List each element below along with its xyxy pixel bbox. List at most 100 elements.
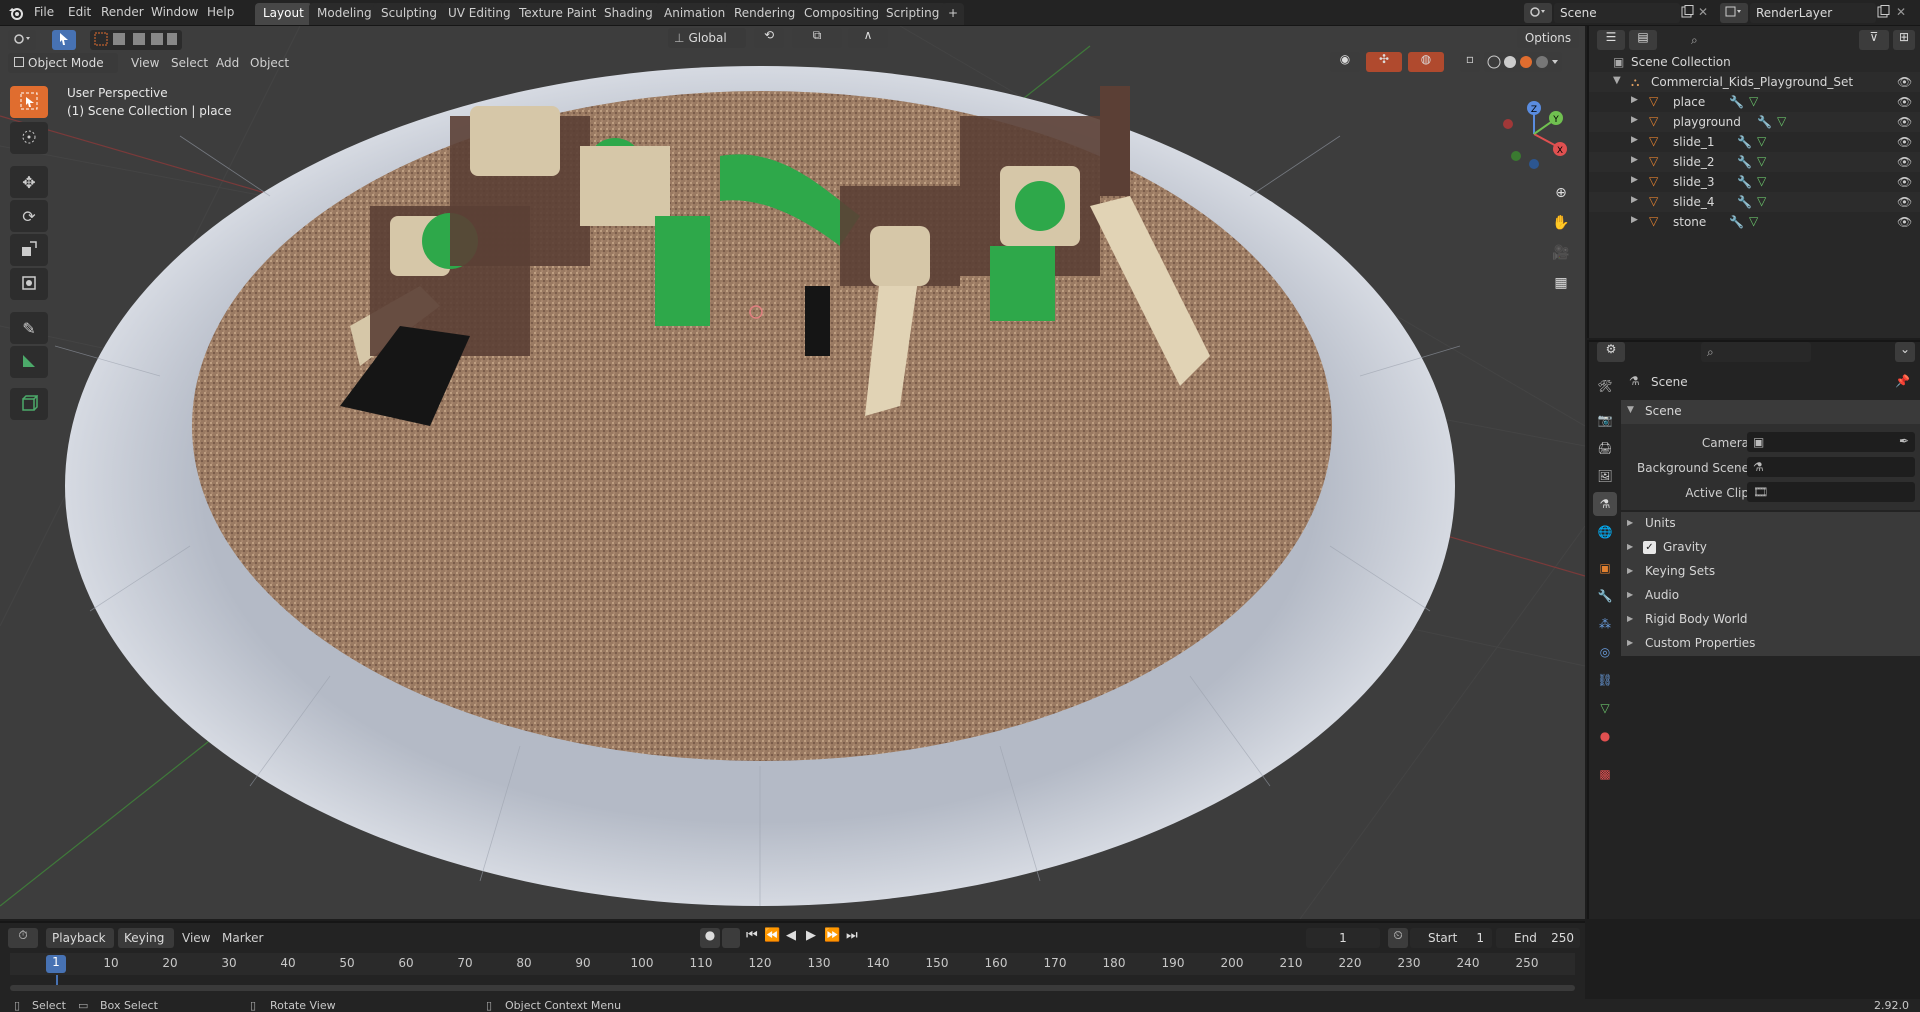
new-collection-icon[interactable]: ⊞ — [1893, 30, 1915, 50]
outliner-object-row[interactable]: ▶ ▽ slide_1 🔧 ▽ 👁 — [1589, 132, 1920, 152]
menu-render[interactable]: Render — [101, 5, 144, 19]
render-layer-field[interactable]: RenderLayer — [1750, 3, 1876, 23]
overlay-toggle-icon[interactable]: ◍ — [1408, 52, 1444, 72]
menu-edit[interactable]: Edit — [68, 5, 91, 19]
eyedropper-icon[interactable]: ✒ — [1899, 434, 1909, 448]
outliner-object-row[interactable]: ▶ ▽ playground 🔧 ▽ 👁 — [1589, 112, 1920, 132]
outliner-object-row[interactable]: ▶ ▽ stone 🔧 ▽ 👁 — [1589, 212, 1920, 232]
modifier-tab-icon[interactable]: 🔧 — [1593, 584, 1617, 608]
transform-orientation-select[interactable]: ⊥ Global — [668, 28, 746, 48]
current-frame-field[interactable]: 1 — [1306, 928, 1380, 948]
keying-menu[interactable]: Keying — [118, 928, 174, 948]
playhead-indicator[interactable]: 1 — [46, 955, 66, 973]
mesh-data-icon[interactable]: ▽ — [1757, 134, 1766, 148]
select-box-tool-icon[interactable] — [52, 30, 76, 50]
mode-select[interactable]: Object Mode — [8, 53, 118, 73]
custom-properties-panel-header[interactable]: ▶ Custom Properties — [1621, 632, 1920, 656]
shading-modes[interactable] — [1484, 52, 1562, 72]
gravity-checkbox[interactable]: ✓ — [1643, 541, 1656, 554]
modifier-wrench-icon[interactable]: 🔧 — [1737, 195, 1752, 209]
new-scene-icon[interactable] — [1680, 5, 1694, 19]
timeline-editor-type-icon[interactable]: ⏱ — [8, 928, 38, 948]
tab-scripting[interactable]: Scripting — [878, 3, 948, 25]
camera-view-icon[interactable]: 🎥 — [1548, 240, 1574, 266]
collection-visibility-eye-icon[interactable]: 👁 — [1897, 75, 1912, 89]
mesh-data-icon[interactable]: ▽ — [1757, 174, 1766, 188]
audio-panel-header[interactable]: ▶ Audio — [1621, 584, 1920, 608]
measure-tool[interactable] — [10, 346, 48, 378]
menu-help[interactable]: Help — [207, 5, 234, 19]
modifier-wrench-icon[interactable]: 🔧 — [1729, 95, 1744, 109]
expand-chevron-icon[interactable]: ▶ — [1631, 135, 1638, 145]
mesh-data-icon[interactable]: ▽ — [1777, 114, 1786, 128]
outliner-editor-type-icon[interactable]: ☰ — [1597, 30, 1625, 50]
units-panel-header[interactable]: ▶ Units — [1621, 512, 1920, 536]
outliner-object-row[interactable]: ▶ ▽ place 🔧 ▽ 👁 — [1589, 92, 1920, 112]
expand-chevron-icon[interactable]: ▶ — [1631, 155, 1638, 165]
visibility-eye-icon[interactable]: 👁 — [1897, 155, 1912, 169]
properties-search-input[interactable]: ⌕ — [1701, 342, 1811, 362]
render-tab-icon[interactable]: 📷 — [1593, 408, 1617, 432]
delete-render-layer-icon[interactable]: ✕ — [1896, 5, 1910, 19]
tab-texture-paint[interactable]: Texture Paint — [511, 3, 605, 25]
scale-tool[interactable] — [10, 234, 48, 266]
gravity-panel-header[interactable]: ▶ ✓ Gravity — [1621, 536, 1920, 560]
modifier-wrench-icon[interactable]: 🔧 — [1729, 215, 1744, 229]
tab-animation[interactable]: Animation — [656, 3, 734, 25]
timeline-menu-marker[interactable]: Marker — [222, 931, 263, 945]
texture-tab-icon[interactable]: ▩ — [1593, 762, 1617, 786]
scene-browse-icon[interactable] — [1524, 3, 1552, 23]
record-icon[interactable]: ● — [700, 928, 720, 948]
snap-icon[interactable]: ⧉ — [792, 28, 842, 48]
render-layer-browse-icon[interactable] — [1720, 3, 1748, 23]
mesh-data-icon[interactable]: ▽ — [1749, 214, 1758, 228]
xray-icon[interactable]: ▫ — [1460, 52, 1480, 72]
auto-keying-options-icon[interactable] — [722, 928, 740, 948]
move-tool[interactable]: ✥ — [10, 166, 48, 198]
modifier-wrench-icon[interactable]: 🔧 — [1737, 175, 1752, 189]
rotate-tool[interactable]: ⟳ — [10, 200, 48, 232]
add-cube-tool[interactable] — [10, 388, 48, 420]
tab-shading[interactable]: Shading — [596, 3, 661, 25]
new-render-layer-icon[interactable] — [1876, 5, 1890, 19]
modifier-wrench-icon[interactable]: 🔧 — [1737, 155, 1752, 169]
outliner-object-row[interactable]: ▶ ▽ slide_4 🔧 ▽ 👁 — [1589, 192, 1920, 212]
prev-keyframe-icon[interactable]: ⏪ — [764, 928, 780, 943]
start-frame-field[interactable]: Start 1 — [1410, 928, 1492, 948]
outliner-object-row[interactable]: ▶ ▽ slide_2 🔧 ▽ 👁 — [1589, 152, 1920, 172]
tab-modeling[interactable]: Modeling — [309, 3, 380, 25]
mesh-data-icon[interactable]: ▽ — [1749, 94, 1758, 108]
visibility-eye-icon[interactable]: 👁 — [1897, 135, 1912, 149]
material-tab-icon[interactable]: ● — [1593, 724, 1617, 748]
camera-field[interactable]: ▣ ✒ — [1747, 432, 1915, 452]
physics-tab-icon[interactable]: ◎ — [1593, 640, 1617, 664]
modifier-wrench-icon[interactable]: 🔧 — [1757, 115, 1772, 129]
tab-compositing[interactable]: Compositing — [796, 3, 888, 25]
viewport-menu-add[interactable]: Add — [216, 56, 239, 70]
menu-file[interactable]: File — [34, 5, 54, 19]
annotate-tool[interactable]: ✎ — [10, 312, 48, 344]
pin-icon[interactable]: 📌 — [1895, 374, 1910, 388]
play-reverse-icon[interactable]: ◀ — [786, 928, 796, 943]
active-clip-field[interactable]: 🎞 — [1747, 482, 1915, 502]
object-tab-icon[interactable]: ▣ — [1593, 556, 1617, 580]
select-tool[interactable] — [10, 86, 48, 118]
expand-chevron-icon[interactable]: ▶ — [1631, 215, 1638, 225]
expand-chevron-icon[interactable]: ▶ — [1631, 95, 1638, 105]
perspective-toggle-icon[interactable]: ▦ — [1548, 270, 1574, 296]
expand-chevron-icon[interactable]: ▶ — [1631, 195, 1638, 205]
visibility-eye-icon[interactable]: 👁 — [1897, 195, 1912, 209]
add-workspace-button[interactable]: + — [942, 3, 965, 25]
menu-window[interactable]: Window — [151, 5, 198, 19]
timeline-scrollbar[interactable] — [10, 985, 1575, 991]
outliner-collection-row[interactable]: ▼ ⛬ Commercial_Kids_Playground_Set 👁 — [1589, 72, 1920, 92]
playback-menu[interactable]: Playback — [46, 928, 114, 948]
outliner-display-mode-icon[interactable]: ▤ — [1629, 30, 1657, 50]
3d-viewport[interactable]: Object Mode View Select Add Object ⊥ Glob… — [0, 26, 1585, 919]
expand-chevron-icon[interactable]: ▶ — [1631, 115, 1638, 125]
mesh-data-icon[interactable]: ▽ — [1757, 154, 1766, 168]
play-icon[interactable]: ▶ — [806, 928, 816, 943]
outliner-search-input[interactable]: ⌕ — [1685, 30, 1795, 50]
tab-sculpting[interactable]: Sculpting — [373, 3, 446, 25]
timeline-menu-view[interactable]: View — [182, 931, 210, 945]
